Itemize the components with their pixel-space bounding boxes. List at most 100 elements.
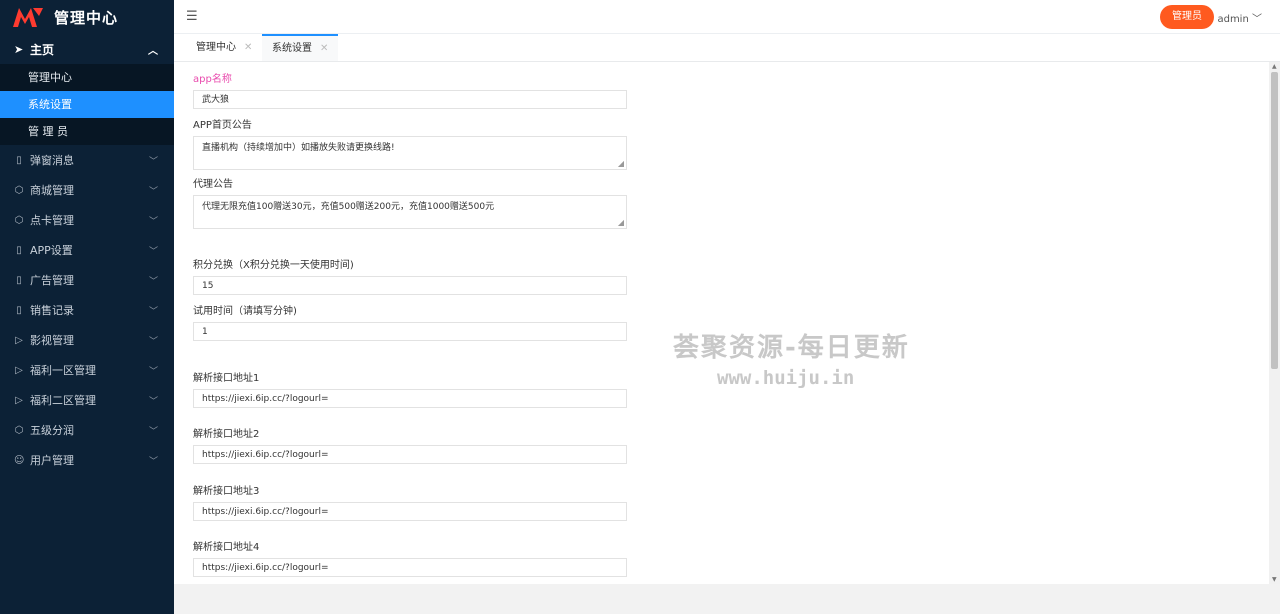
points-exchange-input[interactable]: 15	[193, 276, 627, 295]
textarea-text: 代理无限充值100赠送30元，充值500赠送200元，充值1000赠送500元	[202, 202, 495, 212]
resize-grip-icon[interactable]: ◢	[618, 218, 624, 227]
field-api-4: 解析接口地址4 https://jiexi.6ip.cc/?logourl=	[193, 541, 627, 577]
api-3-input[interactable]: https://jiexi.6ip.cc/?logourl=	[193, 502, 627, 521]
home-notice-textarea[interactable]: 直播机构（持续增加中）如播放失败请更换线路! ◢	[193, 136, 627, 170]
field-label: app名称	[193, 74, 232, 85]
cube-icon: ⬡	[14, 214, 24, 226]
sidebar-item-videos[interactable]: ▷ 影视管理 ﹀	[0, 325, 174, 355]
sidebar-item-label: 商城管理	[30, 184, 74, 197]
api-4-input[interactable]: https://jiexi.6ip.cc/?logourl=	[193, 558, 627, 577]
sidebar-item-mall[interactable]: ⬡ 商城管理 ﹀	[0, 175, 174, 205]
field-agent-notice: 代理公告 代理无限充值100赠送30元，充值500赠送200元，充值1000赠送…	[193, 178, 627, 229]
sidebar-item-ads[interactable]: ▯ 广告管理 ﹀	[0, 265, 174, 295]
field-label: APP首页公告	[193, 120, 252, 131]
play-icon: ▷	[15, 394, 23, 406]
sidebar-item-users[interactable]: ☺ 用户管理 ﹀	[0, 445, 174, 475]
username: admin	[1217, 14, 1249, 25]
watermark-line-2: www.huiju.in	[717, 367, 855, 389]
home-submenu: 管理中心 系统设置 管 理 员	[0, 64, 174, 145]
tab-dashboard[interactable]: 管理中心 ✕	[174, 34, 262, 61]
sidebar-item-profit-share[interactable]: ⬡ 五级分润 ﹀	[0, 415, 174, 445]
content-scrollbar[interactable]: ▲ ▼	[1269, 62, 1280, 584]
sidebar-item-label: 福利二区管理	[30, 394, 96, 407]
sidebar-item-label: 福利一区管理	[30, 364, 96, 377]
footer-area	[174, 584, 1280, 614]
sidebar-item-popup-messages[interactable]: ▯ 弹窗消息 ﹀	[0, 145, 174, 175]
sidebar-item-sales[interactable]: ▯ 销售记录 ﹀	[0, 295, 174, 325]
chevron-down-icon: ﹀	[1252, 14, 1262, 25]
sidebar-item-label: 点卡管理	[30, 214, 74, 227]
sidebar-item-label: 广告管理	[30, 274, 74, 287]
chevron-down-icon: ﹀	[148, 246, 158, 257]
play-icon: ▷	[15, 364, 23, 376]
sidebar-item-home[interactable]: ➤ 主页 ︿	[0, 34, 174, 64]
user-icon: ☺	[14, 454, 25, 466]
user-menu[interactable]: admin ﹀	[1217, 10, 1262, 25]
chevron-down-icon: ﹀	[148, 336, 158, 347]
sidebar-item-label: 五级分润	[30, 424, 74, 437]
agent-notice-textarea[interactable]: 代理无限充值100赠送30元，充值500赠送200元，充值1000赠送500元 …	[193, 195, 627, 229]
sidebar-item-label: 影视管理	[30, 334, 74, 347]
sidebar-item-welfare-2[interactable]: ▷ 福利二区管理 ﹀	[0, 385, 174, 415]
role-button[interactable]: 管理员	[1160, 5, 1214, 29]
top-bar: ☰ 管理员 admin ﹀	[174, 0, 1280, 34]
field-app-name: app名称 武大狼	[193, 73, 627, 109]
chevron-down-icon: ﹀	[148, 366, 158, 377]
play-icon: ▷	[15, 334, 23, 346]
scrollbar-thumb[interactable]	[1271, 72, 1278, 369]
field-home-notice: APP首页公告 直播机构（持续增加中）如播放失败请更换线路! ◢	[193, 119, 627, 170]
trial-time-input[interactable]: 1	[193, 322, 627, 341]
sidebar-subitem-dashboard[interactable]: 管理中心	[0, 64, 174, 91]
close-icon[interactable]: ✕	[320, 43, 328, 54]
watermark-line-1: 荟聚资源-每日更新	[673, 333, 910, 363]
mobile-icon: ▯	[16, 244, 22, 256]
send-icon: ➤	[14, 42, 24, 56]
field-label: 代理公告	[193, 179, 233, 190]
resize-grip-icon[interactable]: ◢	[618, 159, 624, 168]
field-points-exchange: 积分兑换（X积分兑换一天使用时间) 15	[193, 259, 627, 295]
mobile-icon: ▯	[16, 154, 22, 166]
field-label: 积分兑换（X积分兑换一天使用时间)	[193, 260, 354, 271]
sidebar-item-label: 销售记录	[30, 304, 74, 317]
fold-menu-icon[interactable]: ☰	[186, 9, 198, 24]
sidebar-item-welfare-1[interactable]: ▷ 福利一区管理 ﹀	[0, 355, 174, 385]
tab-label: 管理中心	[196, 42, 236, 53]
sidebar-subitem-system-settings[interactable]: 系统设置	[0, 91, 174, 118]
sidebar-subitem-admins[interactable]: 管 理 员	[0, 118, 174, 145]
field-label: 解析接口地址4	[193, 542, 260, 553]
scroll-up-icon[interactable]: ▲	[1272, 63, 1277, 70]
field-trial-time: 试用时间（请填写分钟) 1	[193, 305, 627, 341]
watermark: 荟聚资源-每日更新 www.huiju.in	[673, 327, 910, 389]
api-2-input[interactable]: https://jiexi.6ip.cc/?logourl=	[193, 445, 627, 464]
tab-label: 系统设置	[272, 43, 312, 54]
sidebar-item-label: 主页	[30, 42, 55, 57]
field-label: 试用时间（请填写分钟)	[193, 306, 297, 317]
brand-logo-icon	[13, 8, 43, 27]
textarea-text: 直播机构（持续增加中）如播放失败请更换线路!	[202, 143, 395, 153]
sidebar-item-label: 弹窗消息	[30, 154, 74, 167]
chevron-down-icon: ﹀	[148, 186, 158, 197]
scroll-down-icon[interactable]: ▼	[1272, 576, 1277, 583]
chevron-down-icon: ﹀	[148, 276, 158, 287]
chevron-down-icon: ﹀	[148, 456, 158, 467]
chevron-down-icon: ﹀	[148, 396, 158, 407]
app-name-input[interactable]: 武大狼	[193, 90, 627, 109]
chevron-down-icon: ﹀	[148, 306, 158, 317]
field-api-2: 解析接口地址2 https://jiexi.6ip.cc/?logourl=	[193, 428, 627, 464]
field-label: 解析接口地址3	[193, 486, 260, 497]
tab-bar: 管理中心 ✕ 系统设置 ✕	[174, 34, 1280, 62]
field-label: 解析接口地址2	[193, 429, 260, 440]
sidebar: 管理中心 ➤ 主页 ︿ 管理中心 系统设置 管 理 员 ▯ 弹窗消息 ﹀ ⬡ 商…	[0, 0, 174, 614]
field-api-1: 解析接口地址1 https://jiexi.6ip.cc/?logourl=	[193, 372, 627, 408]
sidebar-item-label: 用户管理	[30, 454, 74, 467]
tab-system-settings[interactable]: 系统设置 ✕	[262, 34, 339, 61]
sidebar-item-label: APP设置	[30, 244, 73, 257]
api-1-input[interactable]: https://jiexi.6ip.cc/?logourl=	[193, 389, 627, 408]
close-icon[interactable]: ✕	[244, 42, 252, 53]
chevron-down-icon: ﹀	[148, 216, 158, 227]
chevron-down-icon: ﹀	[148, 426, 158, 437]
logo[interactable]: 管理中心	[0, 0, 174, 34]
sidebar-item-app-settings[interactable]: ▯ APP设置 ﹀	[0, 235, 174, 265]
sidebar-item-cards[interactable]: ⬡ 点卡管理 ﹀	[0, 205, 174, 235]
chevron-up-icon: ︿	[148, 45, 158, 57]
